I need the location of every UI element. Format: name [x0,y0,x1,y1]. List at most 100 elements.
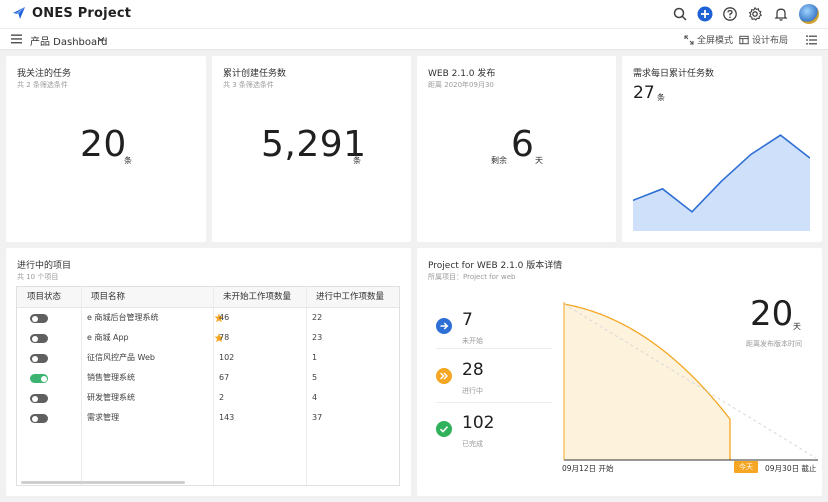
project-status-toggle[interactable] [30,414,48,423]
check-icon [436,421,452,437]
column-header-todo[interactable]: 未开始工作项数量 [213,287,306,308]
unit-label: 条 [124,156,132,165]
daily-area-chart [633,134,810,231]
card-subtitle: 距离 2020年09月30 [428,81,494,89]
notification-bell-icon[interactable] [773,6,789,22]
dashboard-toolbar: 产品 Dashboard 全屏模式 设计布局 [0,28,828,50]
stat-value: 7 [462,310,473,330]
unit-label: 条 [657,93,665,102]
created-tasks-value: 5,291 [261,124,367,165]
table-row[interactable]: 销售管理系统 67 5 [17,368,399,388]
top-bar: ONES Project [0,0,828,28]
days-to-release-value: 20 [750,294,794,334]
fullscreen-label: 全屏模式 [697,36,734,46]
card-subtitle: 所属项目：Project for web [428,273,516,281]
fullscreen-button[interactable]: 全屏模式 [684,33,733,46]
project-name[interactable]: e 商城后台管理系统 [81,308,158,328]
focused-tasks-value: 20 [80,124,127,165]
projects-table: 项目状态 项目名称 未开始工作项数量 进行中工作项数量 e 商城后台管理系统 46… [16,286,400,486]
app-name[interactable]: ONES Project [32,6,131,21]
area-fill [633,135,810,231]
days-remaining-value: 6 [511,124,535,165]
doing-count: 23 [312,333,323,342]
project-status-toggle[interactable] [30,354,48,363]
stat-completed[interactable]: 102 已完成 [436,413,550,463]
project-status-toggle[interactable] [30,374,48,383]
user-avatar[interactable] [799,4,819,24]
design-layout-label: 设计布局 [752,36,789,46]
stat-label: 进行中 [462,387,483,395]
days-to-release-label: 距离发布版本时间 [746,340,802,348]
project-name[interactable]: 销售管理系统 [81,368,135,388]
add-icon[interactable] [697,6,713,22]
list-icon[interactable] [806,35,817,45]
unit-label: 条 [353,156,361,165]
layout-icon [739,35,749,44]
end-date-label: 09月30日 截止 [765,464,817,473]
card-subtitle: 共 3 条筛选条件 [223,81,274,89]
stat-label: 已完成 [462,440,483,448]
days-unit-label: 天 [793,322,801,331]
stat-value: 28 [462,360,484,380]
search-icon[interactable] [672,6,688,22]
table-row[interactable]: e 商城后台管理系统 46 22 [17,308,399,328]
project-status-toggle[interactable] [30,314,48,323]
project-status-toggle[interactable] [30,394,48,403]
stat-not-started[interactable]: 7 未开始 [436,310,550,360]
stat-value: 102 [462,413,495,433]
card-title: 进行中的项目 [17,261,72,271]
arrow-right-icon [436,318,452,334]
stat-label: 未开始 [462,337,483,345]
daily-requirements-card[interactable]: 需求每日累计任务数 27 条 [622,56,822,242]
dashboard-selector[interactable]: 产品 Dashboard [30,33,107,48]
project-name[interactable]: 需求管理 [81,408,119,428]
expand-icon [684,34,694,45]
days-unit-label: 天 [535,156,543,165]
todo-count: 102 [219,353,235,362]
card-title: Project for WEB 2.1.0 版本详情 [428,261,563,271]
todo-count: 143 [219,413,235,422]
column-header-doing[interactable]: 进行中工作项数量 [306,287,399,308]
project-status-toggle[interactable] [30,334,48,343]
start-date-label: 09月12日 开始 [562,464,614,473]
card-title: WEB 2.1.0 发布 [428,69,496,79]
todo-count: 46 [219,313,230,322]
remaining-label: 剩余 [491,156,507,165]
table-row[interactable]: e 商城 App 78 23 [17,328,399,348]
settings-icon[interactable] [747,6,763,22]
project-name[interactable]: e 商城 App [81,328,129,348]
remaining-area [564,304,730,460]
project-name[interactable]: 研发管理系统 [81,388,135,408]
daily-total-value: 27 [633,83,655,103]
card-subtitle: 共 2 条筛选条件 [17,81,68,89]
column-header-name[interactable]: 项目名称 [81,287,213,308]
design-layout-button[interactable]: 设计布局 [739,33,788,46]
chevron-down-icon[interactable] [97,36,105,42]
doing-count: 1 [312,353,318,362]
release-countdown-card[interactable]: WEB 2.1.0 发布 距离 2020年09月30 剩余 6 天 [417,56,616,242]
todo-count: 78 [219,333,230,342]
todo-count: 2 [219,393,225,402]
focused-tasks-card[interactable]: 我关注的任务 共 2 条筛选条件 20 条 [6,56,206,242]
fast-forward-icon [436,368,452,384]
help-icon[interactable] [722,6,738,22]
table-row[interactable]: 征信风控产品 Web 102 1 [17,348,399,368]
doing-count: 5 [312,373,318,382]
card-subtitle: 共 10 个项目 [17,273,59,281]
card-title: 我关注的任务 [17,69,72,79]
todo-count: 67 [219,373,230,382]
table-row[interactable]: 研发管理系统 2 4 [17,388,399,408]
menu-icon[interactable] [11,34,22,44]
doing-count: 37 [312,413,323,422]
horizontal-scrollbar[interactable] [21,481,185,484]
table-row[interactable]: 需求管理 143 37 [17,408,399,428]
today-marker: 今天 [734,461,758,473]
doing-count: 22 [312,313,323,322]
ones-logo-icon[interactable] [12,6,26,20]
doing-count: 4 [312,393,318,402]
card-title: 需求每日累计任务数 [633,69,715,79]
card-title: 累计创建任务数 [223,69,287,79]
project-name[interactable]: 征信风控产品 Web [81,348,155,368]
created-tasks-card[interactable]: 累计创建任务数 共 3 条筛选条件 5,291 条 [212,56,411,242]
column-header-status[interactable]: 项目状态 [17,287,81,308]
